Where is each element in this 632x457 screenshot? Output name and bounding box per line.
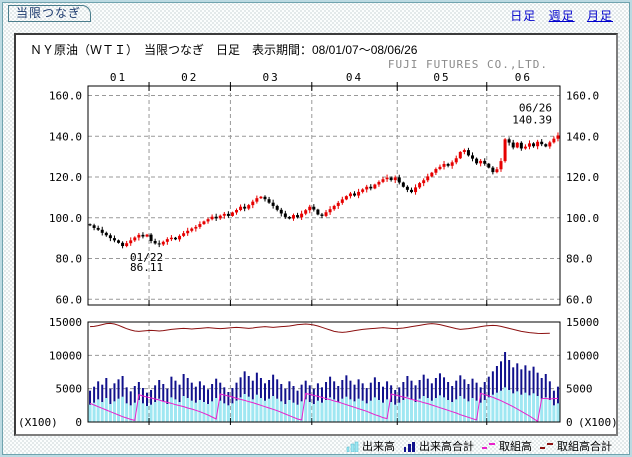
- legend-item-open-interest: 取組高: [482, 438, 532, 454]
- legend-item-volume-total: 出来高合計: [403, 438, 474, 454]
- volume-bars-icon: [346, 441, 359, 452]
- svg-text:60.0: 60.0: [56, 293, 83, 306]
- company-name: FUJI FUTURES CO.,LTD.: [388, 58, 548, 71]
- volume-chart: 15000 15000 10000 10000 5000 5000 0 0 (X100) (X10…: [16, 315, 616, 430]
- svg-text:02: 02: [181, 71, 198, 84]
- svg-text:120.0: 120.0: [566, 171, 599, 184]
- svg-text:10000: 10000: [49, 349, 82, 362]
- svg-text:04: 04: [346, 71, 363, 84]
- svg-text:100.0: 100.0: [566, 212, 599, 225]
- legend-item-open-interest-total: 取組高合計: [540, 438, 612, 454]
- period-nav: 日足 週足 月足: [502, 7, 613, 24]
- svg-text:01: 01: [110, 71, 127, 84]
- tab-label: 当限つなぎ: [16, 6, 81, 20]
- svg-text:15000: 15000: [49, 316, 82, 329]
- legend-label: 取組高合計: [557, 438, 612, 454]
- svg-text:80.0: 80.0: [566, 253, 593, 266]
- svg-text:120.0: 120.0: [49, 171, 82, 184]
- svg-text:06: 06: [515, 71, 532, 84]
- svg-text:140.39: 140.39: [512, 113, 552, 126]
- svg-text:(X100): (X100): [18, 416, 58, 429]
- svg-text:15000: 15000: [566, 316, 599, 329]
- chart-panel: ＮＹ原油（ＷＴＩ） 当限つなぎ 日足 表示期間：08/01/07～08/06/2…: [14, 33, 618, 436]
- svg-text:160.0: 160.0: [566, 90, 599, 103]
- svg-text:03: 03: [262, 71, 279, 84]
- legend-label: 取組高: [499, 438, 532, 454]
- open-interest-line-icon: [482, 441, 496, 451]
- svg-text:(X100): (X100): [578, 416, 616, 429]
- svg-text:80.0: 80.0: [56, 253, 83, 266]
- legend-label: 出来高合計: [419, 438, 474, 454]
- svg-text:160.0: 160.0: [49, 90, 82, 103]
- nav-monthly-link[interactable]: 月足: [587, 9, 613, 23]
- svg-text:05: 05: [433, 71, 450, 84]
- svg-text:60.0: 60.0: [566, 293, 593, 306]
- open-interest-total-line-icon: [540, 441, 554, 451]
- tab-tougen-tsunagi[interactable]: 当限つなぎ: [8, 5, 91, 22]
- svg-text:0: 0: [75, 416, 82, 429]
- legend-label: 出来高: [362, 438, 395, 454]
- svg-text:5000: 5000: [56, 383, 83, 396]
- legend-item-volume: 出来高: [346, 438, 395, 454]
- price-chart: 01 02 03 04 05 06 160.0 160.0 140.0 140.0 120.0 120…: [16, 71, 616, 306]
- svg-text:140.0: 140.0: [566, 130, 599, 143]
- svg-text:0: 0: [566, 416, 573, 429]
- svg-text:100.0: 100.0: [49, 212, 82, 225]
- nav-daily-link[interactable]: 日足: [510, 9, 536, 23]
- svg-text:140.0: 140.0: [49, 130, 82, 143]
- svg-text:10000: 10000: [566, 349, 599, 362]
- volume-total-bars-icon: [403, 441, 416, 452]
- legend: 出来高 出来高合計 取組高 取組高合計: [346, 438, 612, 454]
- svg-text:86.11: 86.11: [130, 261, 163, 274]
- nav-weekly-link[interactable]: 週足: [549, 9, 575, 23]
- svg-text:5000: 5000: [566, 383, 593, 396]
- chart-title: ＮＹ原油（ＷＴＩ） 当限つなぎ 日足 表示期間：08/01/07～08/06/2…: [30, 41, 417, 58]
